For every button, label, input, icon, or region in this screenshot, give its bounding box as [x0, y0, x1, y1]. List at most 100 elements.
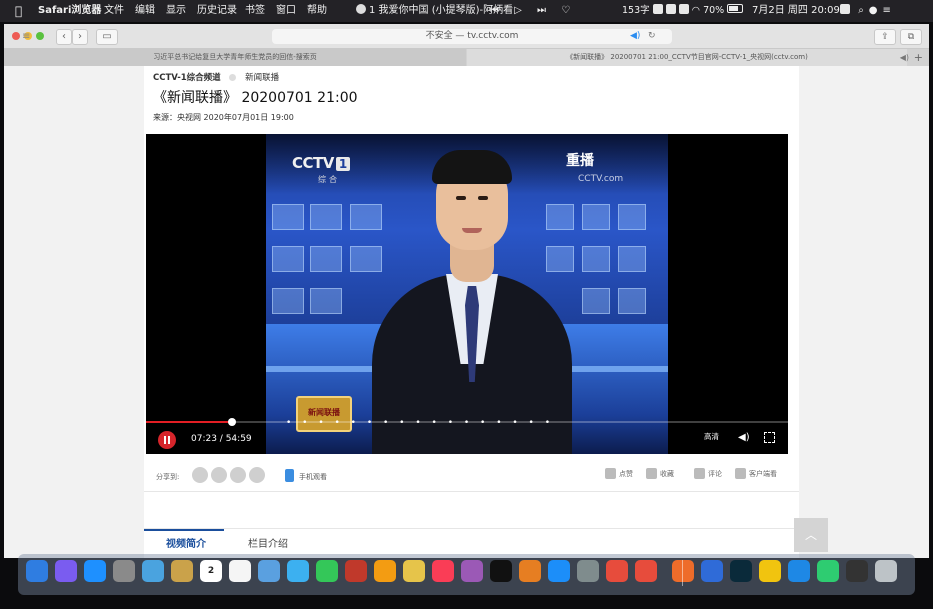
thumbs-up-icon	[605, 468, 616, 479]
back-button[interactable]: ‹	[56, 29, 72, 45]
like-button[interactable]: 点赞	[605, 468, 633, 479]
wechat-icon[interactable]	[817, 560, 839, 582]
zoom-window-button[interactable]	[36, 32, 44, 40]
menu-view[interactable]: 显示	[166, 0, 186, 22]
web-page: CCTV-1综合频道 新闻联播 《新闻联播》 20200701 21:00 来源…	[4, 66, 929, 558]
menu-history[interactable]: 历史记录	[197, 0, 237, 22]
scroll-to-top-button[interactable]: ︿	[794, 518, 828, 552]
stickies-icon[interactable]	[403, 560, 425, 582]
messages-icon[interactable]	[287, 560, 309, 582]
progress-bar[interactable]	[146, 418, 788, 426]
mobile-watch-link[interactable]: 手机观看	[299, 472, 327, 482]
office-icon[interactable]	[672, 560, 694, 582]
control-center-icon[interactable]	[840, 4, 850, 14]
new-tab-button[interactable]: +	[914, 49, 923, 66]
media-controls[interactable]: ⏮ ▷ ⏭ ♡	[490, 0, 576, 22]
cctv-com-watermark: CCTV.com	[578, 170, 623, 185]
menu-help[interactable]: 帮助	[307, 0, 327, 22]
video-frame[interactable]: CCTV 1 综合 重播 CCTV.com 新闻联播	[266, 134, 668, 454]
screenshot-icon[interactable]	[846, 560, 868, 582]
share-button[interactable]: ⇪	[874, 29, 896, 45]
source-line: 来源：央视网 2020年07月01日 19:00	[153, 113, 294, 122]
blocked2-icon[interactable]	[635, 560, 657, 582]
apple-icon[interactable]: 	[15, 0, 22, 22]
calendar-icon[interactable]: 2	[200, 560, 222, 582]
wps-icon[interactable]	[701, 560, 723, 582]
tab-audio-icon[interactable]: ◀)	[900, 49, 909, 66]
share-weibo-icon[interactable]	[192, 467, 208, 483]
breadcrumb-program[interactable]: 新闻联播	[245, 73, 279, 83]
battery-icon[interactable]	[727, 4, 744, 13]
finder-icon[interactable]	[26, 560, 48, 582]
status-app-icon[interactable]	[652, 4, 663, 14]
tab-search-results[interactable]: 习近平总书记给复旦大学青年师生党员的回信-搜索页	[4, 49, 466, 66]
photos-icon[interactable]	[258, 560, 280, 582]
share-qq-icon[interactable]	[211, 467, 227, 483]
podcasts-icon[interactable]	[461, 560, 483, 582]
video-player[interactable]: CCTV 1 综合 重播 CCTV.com 新闻联播 • • • • • • • …	[146, 134, 788, 454]
share-wechat-icon[interactable]	[230, 467, 246, 483]
menu-window[interactable]: 窗口	[276, 0, 296, 22]
forward-button[interactable]: ›	[72, 29, 88, 45]
notification-center-icon[interactable]: ≡	[883, 5, 896, 16]
pause-icon	[164, 436, 166, 444]
mobile-icon[interactable]	[285, 469, 294, 482]
trash-icon[interactable]	[875, 560, 897, 582]
comment-label: 评论	[708, 470, 722, 478]
address-bar[interactable]: ≡ 不安全 — tv.cctv.com ◀) ↻	[22, 29, 672, 44]
music-icon[interactable]	[432, 560, 454, 582]
cctv1-logo-number: 1	[335, 157, 350, 171]
reminders-icon[interactable]	[229, 560, 251, 582]
tab-program-intro[interactable]: 栏目介绍	[248, 535, 288, 550]
systemprefs-icon[interactable]	[577, 560, 599, 582]
fullscreen-icon[interactable]	[764, 432, 775, 443]
notes-icon[interactable]	[171, 560, 193, 582]
sidebar-button[interactable]: ▭	[96, 29, 118, 45]
status-app3-icon[interactable]	[678, 4, 689, 14]
audition-icon[interactable]	[730, 560, 752, 582]
volume-icon[interactable]: ◀)	[738, 432, 750, 443]
reader-icon[interactable]: ≡	[22, 29, 30, 44]
launchpad-icon[interactable]	[113, 560, 135, 582]
app-menu[interactable]: Safari浏览器	[38, 0, 101, 22]
breadcrumb-channel[interactable]: CCTV-1综合频道	[153, 73, 221, 83]
clock[interactable]: 7月2日 周四 20:09	[752, 0, 840, 22]
tab-video-intro[interactable]: 视频简介	[166, 535, 206, 550]
anchor-hair	[432, 150, 512, 184]
books-icon[interactable]	[519, 560, 541, 582]
preview-icon[interactable]	[142, 560, 164, 582]
qq-icon[interactable]	[788, 560, 810, 582]
spotlight-icon[interactable]: ⌕	[858, 5, 869, 16]
appstore-icon[interactable]	[548, 560, 570, 582]
page-title: 《新闻联播》 20200701 21:00	[153, 90, 358, 106]
safari-icon[interactable]	[84, 560, 106, 582]
tab-xwlb[interactable]: 《新闻联播》 20200701 21:00_CCTV节目官网-CCTV-1_央视…	[467, 49, 907, 66]
close-window-button[interactable]	[12, 32, 20, 40]
wifi-icon[interactable]: ◠	[692, 5, 700, 16]
appletv-icon[interactable]	[490, 560, 512, 582]
chapter-markers[interactable]: • • • • • • • • • • • • • • • • •	[286, 418, 554, 428]
share-qzone-icon[interactable]	[249, 467, 265, 483]
menu-file[interactable]: 文件	[104, 0, 124, 22]
menu-bookmarks[interactable]: 书签	[245, 0, 265, 22]
siri-icon[interactable]	[55, 560, 77, 582]
blocked-icon[interactable]	[606, 560, 628, 582]
status-app2-icon[interactable]	[665, 4, 676, 14]
quality-button[interactable]: 高清	[704, 431, 719, 442]
comment-button[interactable]: 评论	[694, 468, 722, 479]
show-tabs-button[interactable]: ⧉	[900, 29, 922, 45]
reload-icon[interactable]: ↻	[648, 29, 656, 44]
content-column: CCTV-1综合频道 新闻联播 《新闻联播》 20200701 21:00 来源…	[144, 66, 799, 558]
audio-playing-icon[interactable]: ◀)	[630, 29, 640, 44]
favorite-button[interactable]: 收藏	[646, 468, 674, 479]
siri-menu-icon[interactable]: ●	[869, 5, 883, 16]
facetime-icon[interactable]	[316, 560, 338, 582]
qqmusic-icon[interactable]	[759, 560, 781, 582]
pause-button[interactable]	[158, 431, 176, 449]
progress-knob[interactable]	[228, 418, 237, 426]
menu-edit[interactable]: 编辑	[135, 0, 155, 22]
photobooth-icon[interactable]	[345, 560, 367, 582]
watermark-suffix: .com	[601, 174, 624, 184]
client-button[interactable]: 客户端看	[735, 468, 777, 479]
photos2-icon[interactable]	[374, 560, 396, 582]
